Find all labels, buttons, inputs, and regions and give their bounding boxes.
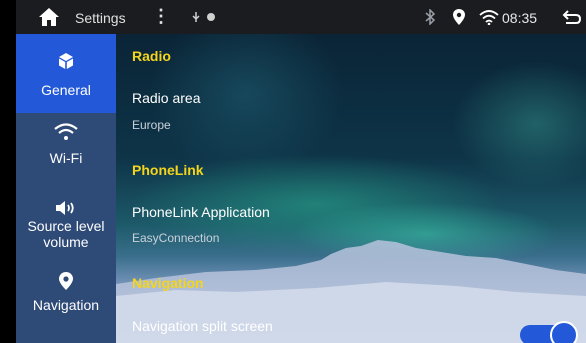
radio-area-setting[interactable]: Radio area	[132, 90, 201, 106]
settings-sidebar: General Wi-Fi Source level volume Naviga…	[16, 34, 116, 343]
wifi-icon	[54, 123, 78, 140]
phonelink-application-setting[interactable]: PhoneLink Application	[132, 204, 270, 220]
section-header-radio: Radio	[132, 48, 171, 64]
cube-icon	[59, 53, 73, 69]
bluetooth-icon	[425, 9, 436, 25]
speaker-icon	[56, 201, 74, 215]
phonelink-application-value: EasyConnection	[132, 231, 220, 245]
sidebar-item-label: Wi-Fi	[49, 150, 83, 166]
home-icon[interactable]	[38, 7, 60, 27]
settings-screen: Settings ⋮ 08:35 General Wi-Fi Source le…	[16, 0, 586, 343]
sidebar-item-label-line2: volume	[43, 234, 89, 250]
sidebar-item-label: General	[41, 82, 91, 98]
back-icon[interactable]	[562, 9, 582, 25]
usb-icon	[192, 12, 215, 22]
location-icon	[453, 9, 465, 25]
location-pin-icon	[59, 272, 73, 290]
navigation-split-screen-setting[interactable]: Navigation split screen	[132, 318, 273, 334]
app-title: Settings	[75, 10, 126, 26]
sidebar-item-general[interactable]: General	[16, 34, 116, 113]
sidebar-item-label: Navigation	[32, 297, 100, 313]
status-bar: Settings ⋮ 08:35	[16, 0, 586, 34]
sidebar-item-navigation[interactable]: Navigation	[16, 265, 116, 343]
radio-area-value: Europe	[132, 118, 171, 132]
clock: 08:35	[502, 10, 538, 26]
navigation-split-screen-toggle[interactable]	[518, 319, 578, 343]
sidebar-item-label-line1: Source level	[27, 218, 105, 234]
sidebar-item-source-level-volume[interactable]: Source level volume	[16, 181, 116, 265]
wifi-signal-icon	[479, 10, 499, 25]
settings-content: Radio Radio area Europe PhoneLink PhoneL…	[116, 34, 586, 343]
background-landscape	[116, 240, 586, 343]
section-header-navigation: Navigation	[132, 275, 204, 291]
section-header-phonelink: PhoneLink	[132, 162, 204, 178]
sidebar-item-wifi[interactable]: Wi-Fi	[16, 113, 116, 181]
more-options-icon[interactable]: ⋮	[152, 6, 170, 27]
